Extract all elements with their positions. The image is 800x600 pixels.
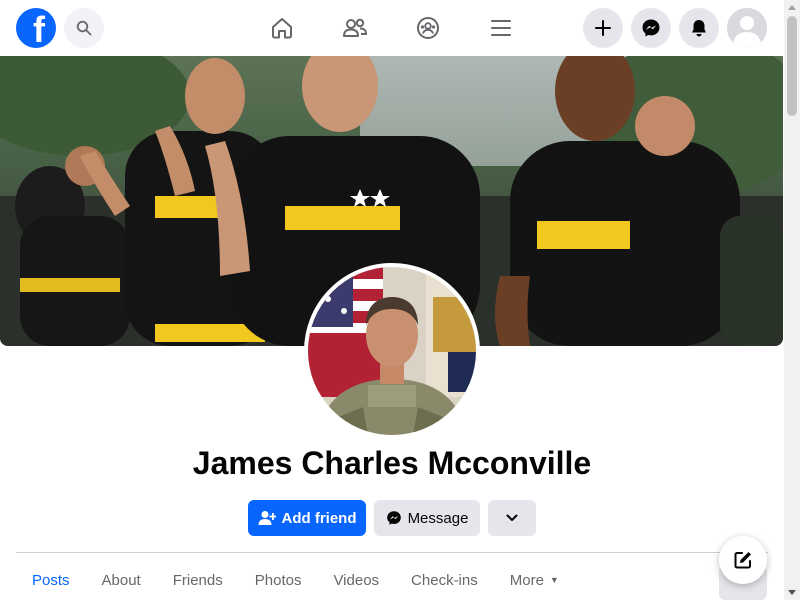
friends-icon bbox=[343, 18, 368, 37]
new-message-button[interactable] bbox=[719, 536, 767, 584]
groups-icon bbox=[417, 17, 439, 39]
chevron-down-icon bbox=[506, 514, 518, 521]
scroll-down-arrow-icon[interactable] bbox=[788, 590, 796, 595]
tab-photos[interactable]: Photos bbox=[239, 560, 318, 600]
messenger-icon bbox=[642, 19, 660, 37]
home-tab[interactable] bbox=[266, 12, 298, 44]
tab-about[interactable]: About bbox=[86, 560, 157, 600]
home-icon bbox=[272, 18, 292, 39]
profile-tabs: Posts About Friends Photos Videos Check-… bbox=[16, 560, 575, 600]
message-button[interactable]: Message bbox=[374, 500, 480, 536]
compose-icon bbox=[734, 552, 751, 569]
bell-icon bbox=[692, 20, 706, 37]
facebook-logo-letter: f bbox=[33, 9, 45, 48]
messenger-icon bbox=[386, 510, 402, 526]
more-options-button[interactable] bbox=[488, 500, 536, 536]
create-button[interactable] bbox=[583, 8, 623, 48]
search-icon bbox=[76, 20, 92, 36]
top-navigation-bar: f bbox=[0, 0, 784, 56]
profile-name: James Charles Mcconville bbox=[192, 445, 592, 481]
tab-check-ins[interactable]: Check-ins bbox=[395, 560, 494, 600]
profile-picture[interactable] bbox=[304, 263, 480, 439]
add-friend-label: Add friend bbox=[281, 509, 357, 527]
message-label: Message bbox=[407, 509, 469, 527]
menu-tab[interactable] bbox=[485, 12, 517, 44]
menu-icon bbox=[491, 20, 511, 36]
tab-videos[interactable]: Videos bbox=[317, 560, 395, 600]
scroll-up-arrow-icon[interactable] bbox=[788, 5, 796, 10]
default-avatar-icon bbox=[727, 8, 767, 48]
add-friend-icon bbox=[258, 510, 276, 526]
caret-down-icon: ▼ bbox=[549, 575, 559, 585]
messenger-button[interactable] bbox=[631, 8, 671, 48]
tab-more-label: More bbox=[509, 571, 544, 589]
tab-posts[interactable]: Posts bbox=[16, 560, 86, 600]
add-friend-button[interactable]: Add friend bbox=[248, 500, 366, 536]
profile-portrait bbox=[308, 267, 476, 435]
tab-friends[interactable]: Friends bbox=[157, 560, 239, 600]
friends-tab[interactable] bbox=[339, 12, 371, 44]
groups-tab[interactable] bbox=[412, 12, 444, 44]
search-button[interactable] bbox=[64, 8, 104, 48]
scrollbar-thumb[interactable] bbox=[787, 16, 797, 116]
facebook-logo[interactable]: f bbox=[16, 8, 56, 48]
notifications-button[interactable] bbox=[679, 8, 719, 48]
tab-more[interactable]: More ▼ bbox=[494, 560, 575, 600]
profile-divider bbox=[16, 552, 768, 553]
account-avatar[interactable] bbox=[727, 8, 767, 48]
page-scrollbar[interactable] bbox=[784, 0, 800, 600]
plus-icon bbox=[595, 20, 611, 36]
